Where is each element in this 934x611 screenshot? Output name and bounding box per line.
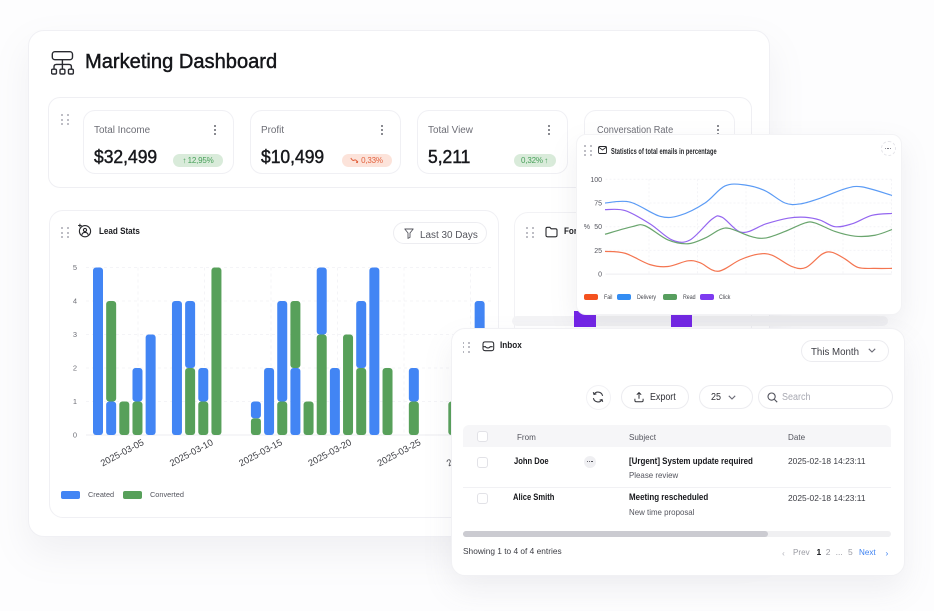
svg-text:3: 3: [73, 330, 77, 339]
svg-text:100: 100: [590, 177, 602, 184]
svg-text:2: 2: [73, 364, 77, 373]
svg-text:0: 0: [598, 272, 602, 279]
svg-text:25: 25: [594, 248, 602, 255]
svg-text:2025-03-10: 2025-03-10: [168, 437, 215, 468]
svg-text:2025-03-15: 2025-03-15: [237, 437, 284, 468]
svg-text:2025-03-25: 2025-03-25: [376, 437, 423, 468]
svg-text:75: 75: [594, 201, 602, 208]
svg-text:1: 1: [73, 397, 77, 406]
svg-text:%: %: [584, 224, 590, 231]
svg-text:5: 5: [73, 263, 77, 272]
svg-text:2025-03-05: 2025-03-05: [99, 437, 146, 468]
svg-text:2025-03-20: 2025-03-20: [306, 437, 353, 468]
svg-text:0: 0: [73, 431, 77, 440]
svg-text:50: 50: [594, 224, 602, 231]
svg-text:4: 4: [73, 297, 77, 306]
